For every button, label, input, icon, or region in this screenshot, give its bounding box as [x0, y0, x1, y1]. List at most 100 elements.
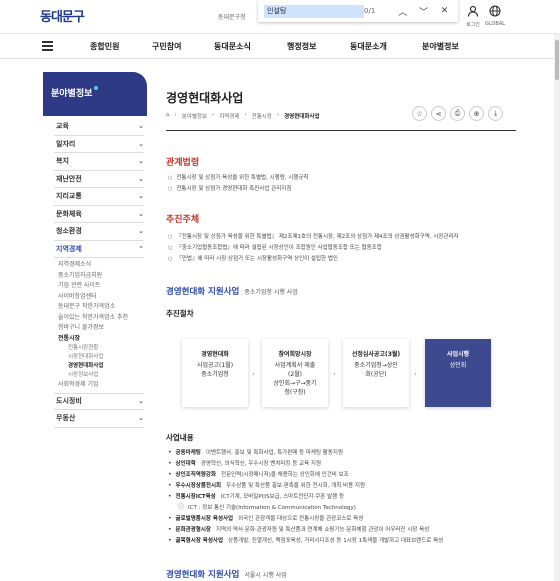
- list-item: 상인대학 경영혁신, 의식혁신, 우수시장 벤치마킹 등 교육 지원: [168, 458, 518, 469]
- section-heading-law: 관계법령: [166, 158, 200, 168]
- support-heading-sub: 중소기업청 시행 사업: [244, 289, 298, 296]
- chevron-down-icon: ⌄: [138, 397, 144, 406]
- subsubmenu-item[interactable]: 시장현대화사업: [68, 353, 144, 362]
- find-input[interactable]: [264, 4, 364, 18]
- chevron-down-icon: ⌄: [138, 157, 144, 166]
- find-previous-button[interactable]: ︿: [395, 3, 410, 19]
- item-key: 전통시장ICT육성: [175, 494, 216, 500]
- nav-item-field[interactable]: 분야별정보: [422, 41, 459, 52]
- process-step-line: 상인회→구→중기: [273, 380, 317, 387]
- section-heading-support: 경영현대화 지원사업 중소기업청 시행 사업: [166, 285, 298, 297]
- breadcrumb-separator: ›: [174, 112, 177, 118]
- find-in-page-bar: 0/1 ︿ ﹀ ✕: [258, 0, 458, 22]
- list-item: 『전통시장 및 상점가 육성을 위한 특별법』 제2조제1호의 전통시장, 제2…: [168, 232, 518, 243]
- support-seoul-heading-sub: 서울시 시행 사업: [244, 572, 287, 579]
- sidebar-item-environment[interactable]: 청소환경 ⌄: [54, 223, 144, 241]
- submenu-item[interactable]: 청바구니 물가정보: [58, 323, 144, 334]
- item-value: ICT : 정보 통신 기술(Information & Communicati…: [188, 505, 356, 511]
- breadcrumb-item[interactable]: 지역경제: [219, 112, 239, 120]
- sidebar-item-label: 지리교통: [56, 192, 82, 201]
- item-value: ICT기계, 모바일POS보급, 스마트전단지·쿠폰 발행 등: [220, 494, 345, 500]
- nav-item-civil[interactable]: 종합민원: [90, 41, 119, 52]
- download-button[interactable]: ⤓: [488, 106, 503, 121]
- sidebar-item-welfare[interactable]: 복지 ⌄: [54, 153, 144, 171]
- subsubmenu-item[interactable]: 시장정보사업: [68, 371, 144, 380]
- sidebar-item-realestate[interactable]: 무동산 ⌄: [54, 410, 144, 428]
- list-note: ICT : 정보 통신 기술(Information & Communicati…: [168, 502, 518, 513]
- find-match-count: 0/1: [364, 7, 376, 15]
- breadcrumb-item[interactable]: 분야별정보: [182, 112, 207, 120]
- global-button[interactable]: GLOBAL: [478, 5, 512, 27]
- close-icon: ✕: [440, 6, 449, 16]
- nav-item-admin[interactable]: 행정정보: [287, 41, 316, 52]
- support-seoul-heading-text: 경영현대화 지원사업: [166, 570, 240, 580]
- sidebar-title-text: 분야별정보: [51, 89, 93, 99]
- chevron-down-icon: ﹀: [419, 7, 429, 18]
- sidebar-item-label: 교육: [56, 122, 69, 131]
- process-step-line: 회(공단): [365, 371, 387, 378]
- item-value: 전문인력(시장매니저)을 채용하는 상인회에 인건비 보조: [221, 472, 349, 478]
- share-button[interactable]: ⋖: [431, 106, 446, 121]
- submenu-item[interactable]: 동대문구 착한가격업소: [58, 302, 144, 313]
- list-item: 우수시장상품전시회 우수상품 및 특산품 홍보·판촉을 위한 전시회, 개최 비용…: [168, 480, 518, 491]
- sidebar-item-education[interactable]: 교육 ⌄: [54, 118, 144, 136]
- sidebar-item-safety[interactable]: 재난안전 ⌄: [54, 171, 144, 188]
- favorite-button[interactable]: ☆: [412, 106, 427, 121]
- submenu-item[interactable]: 지역경제소식: [58, 260, 144, 271]
- list-item: 전통시장 및 상점가 육성을 위한 특별법, 시행령, 시행규칙: [168, 173, 518, 184]
- title-divider: [166, 130, 516, 131]
- list-item: 골목형시장 육성사업 상품개발, 진열개선, 맥점포육성, 거리시디조성 등 1시…: [168, 535, 518, 546]
- chevron-up-icon: ⌃: [138, 244, 144, 253]
- find-close-button[interactable]: ✕: [437, 3, 452, 19]
- page-tools: ☆ ⋖ ⎙ ⊕ ⤓: [408, 106, 503, 121]
- globe-icon: [478, 5, 512, 21]
- zoom-button[interactable]: ⊕: [469, 106, 484, 121]
- process-step-title: 선정심사공고(3월): [351, 351, 401, 358]
- item-key: 골목형시장 육성사업: [175, 538, 224, 544]
- sidebar-subsubmenu: 전통시장현황 시장현대화사업 경영현대화사업 시장정보사업: [58, 344, 144, 380]
- find-next-button[interactable]: ﹀: [416, 3, 431, 19]
- process-step-1: 경영현대화 사업공고(1월) 중소기업청: [182, 339, 248, 407]
- sidebar-item-traffic[interactable]: 지리교통 ⌄: [54, 188, 144, 206]
- list-item: 전통시장ICT육성 ICT기계, 모바일POS보급, 스마트전단지·쿠폰 발행 등: [168, 491, 518, 502]
- submenu-item[interactable]: 술어있는 착한가격업소 추천: [58, 313, 144, 324]
- submenu-item-market[interactable]: 전통시장: [58, 334, 144, 345]
- sidebar-item-label: 일자리: [56, 139, 76, 148]
- item-key: 문화관광형시장: [175, 527, 211, 533]
- main-navigation: 종합민원 구민참여 동대문소식 행정정보 동대문소개 분야별정보: [0, 34, 560, 59]
- sidebar-item-jobs[interactable]: 일자리 ⌄: [54, 136, 144, 153]
- nav-item-news[interactable]: 동대문소식: [214, 41, 251, 52]
- subsubmenu-item-current[interactable]: 경영현대화사업: [68, 362, 144, 371]
- chevron-down-icon: ⌄: [138, 174, 144, 183]
- submenu-item[interactable]: 사이버창업센터: [58, 292, 144, 303]
- process-step-line: 청(구청): [284, 389, 306, 396]
- top-header: 동대문구 동대문구청 0/1 ︿ ﹀ ✕ 로그인 GLOBAL: [0, 0, 560, 34]
- submenu-item[interactable]: 중소기업자금지원: [58, 271, 144, 282]
- submenu-item[interactable]: 사회적경제 기업: [58, 380, 144, 391]
- list-item: 공동마케팅 이벤트행사, 홍보 및 특화사업, 특가판매 등 마케팅 활동지원: [168, 447, 518, 458]
- sidebar-item-urban[interactable]: 도시정비 ⌄: [54, 392, 144, 410]
- page-scrollbar[interactable]: [554, 34, 560, 581]
- section-heading-support-seoul: 경영현대화 지원사업 서울시 시행 사업: [166, 568, 287, 580]
- breadcrumb-item[interactable]: 전통시장: [252, 112, 272, 120]
- breadcrumb-separator: ›: [244, 112, 247, 118]
- chevron-down-icon: ⌄: [138, 192, 144, 201]
- sidebar-submenu: 지역경제소식 중소기업자금지원 기업 관련 사이트 사이버창업센터 동대문구 착…: [54, 258, 144, 393]
- sidebar-item-label: 재난안전: [56, 174, 82, 183]
- process-step-2: 참여희망시장 사업계획서 제출 (2월) 상인회→구→중기 청(구청): [262, 339, 328, 407]
- print-button[interactable]: ⎙: [450, 106, 465, 121]
- arrow-right-icon: ›: [333, 370, 336, 378]
- subsubmenu-item[interactable]: 전통시장현황: [68, 344, 144, 353]
- nav-item-participation[interactable]: 구민참여: [152, 41, 181, 52]
- download-icon: ⤓: [493, 109, 498, 117]
- breadcrumb-current: 경영현대화사업: [284, 114, 320, 120]
- sidebar-item-culture[interactable]: 문화체육 ⌄: [54, 206, 144, 223]
- home-icon[interactable]: ⌂: [166, 112, 170, 120]
- menu-icon[interactable]: [42, 41, 53, 51]
- submenu-item[interactable]: 기업 관련 사이트: [58, 281, 144, 292]
- breadcrumb-separator: ›: [276, 112, 280, 118]
- nav-item-about[interactable]: 동대문소개: [350, 41, 387, 52]
- scrollbar-thumb[interactable]: [555, 40, 559, 80]
- site-logo[interactable]: 동대문구: [40, 6, 85, 25]
- sidebar-item-economy[interactable]: 지역경제 ⌃: [54, 241, 144, 258]
